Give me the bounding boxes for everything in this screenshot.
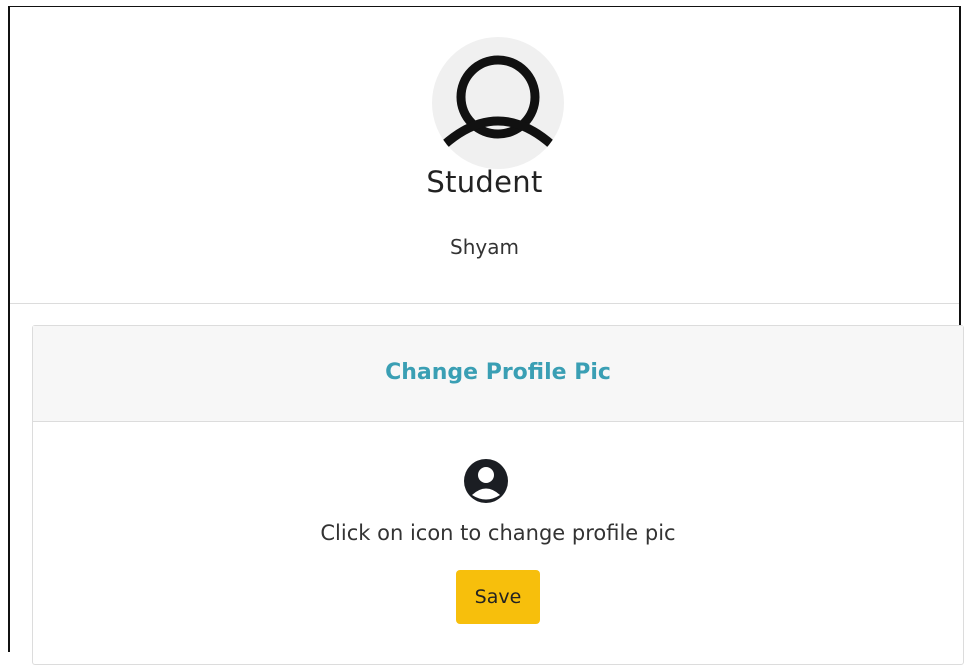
student-name: Shyam [450, 235, 519, 259]
avatar [432, 37, 564, 169]
change-pic-hint: Click on icon to change profile pic [320, 521, 676, 545]
card-header: Change Profile Pic [33, 326, 963, 422]
profile-header: Student Shyam [10, 7, 959, 304]
role-title: Student [426, 165, 543, 199]
change-profile-pic-card: Change Profile Pic Click on icon to chan… [32, 325, 964, 665]
save-button[interactable]: Save [456, 570, 540, 624]
user-outline-icon [439, 55, 557, 150]
user-circle-icon[interactable] [463, 458, 509, 504]
profile-page: Student Shyam Change Profile Pic Click o… [8, 6, 964, 665]
card-title: Change Profile Pic [385, 360, 611, 385]
